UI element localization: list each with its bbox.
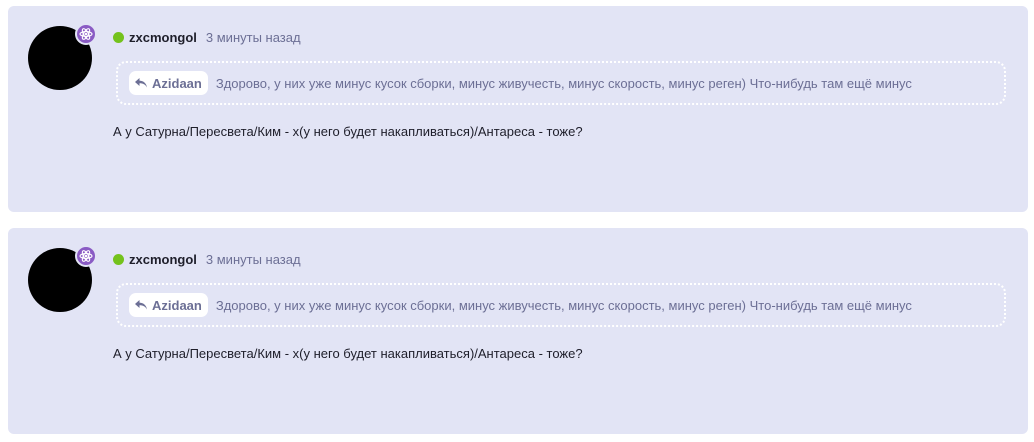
comment-feed: zxcmongol 3 минуты назад Azidaan Здорово… bbox=[0, 0, 1034, 442]
quoted-reply[interactable]: Azidaan Здорово, у них уже минус кусок с… bbox=[116, 61, 1006, 105]
reply-arrow-icon bbox=[135, 78, 147, 88]
quote-author-name: Azidaan bbox=[152, 297, 202, 313]
comment-card: zxcmongol 3 минуты назад Azidaan Здорово… bbox=[8, 228, 1028, 434]
username-link[interactable]: zxcmongol bbox=[129, 30, 197, 45]
quote-text: Здорово, у них уже минус кусок сборки, м… bbox=[215, 297, 912, 313]
timestamp[interactable]: 3 минуты назад bbox=[206, 252, 301, 267]
comment-card: zxcmongol 3 минуты назад Azidaan Здорово… bbox=[8, 6, 1028, 212]
atom-icon bbox=[75, 245, 97, 267]
reply-arrow-icon bbox=[135, 300, 147, 310]
quote-text: Здорово, у них уже минус кусок сборки, м… bbox=[215, 75, 912, 91]
quote-author-chip[interactable]: Azidaan bbox=[129, 293, 208, 317]
quote-author-chip[interactable]: Azidaan bbox=[129, 71, 208, 95]
comment-header: zxcmongol 3 минуты назад bbox=[113, 28, 301, 46]
avatar-container[interactable] bbox=[28, 23, 97, 90]
comment-text: А у Сатурна/Пересвета/Ким - х(у него буд… bbox=[113, 124, 583, 139]
timestamp[interactable]: 3 минуты назад bbox=[206, 30, 301, 45]
comment-header: zxcmongol 3 минуты назад bbox=[113, 250, 301, 268]
online-status-indicator bbox=[113, 253, 124, 265]
comment-text: А у Сатурна/Пересвета/Ким - х(у него буд… bbox=[113, 346, 583, 361]
atom-icon bbox=[75, 23, 97, 45]
avatar-container[interactable] bbox=[28, 245, 97, 312]
quote-author-name: Azidaan bbox=[152, 75, 202, 91]
online-status-indicator bbox=[113, 31, 124, 43]
quoted-reply[interactable]: Azidaan Здорово, у них уже минус кусок с… bbox=[116, 283, 1006, 327]
username-link[interactable]: zxcmongol bbox=[129, 252, 197, 267]
atom-icon-graphic bbox=[79, 28, 93, 40]
atom-icon-graphic bbox=[79, 250, 93, 262]
